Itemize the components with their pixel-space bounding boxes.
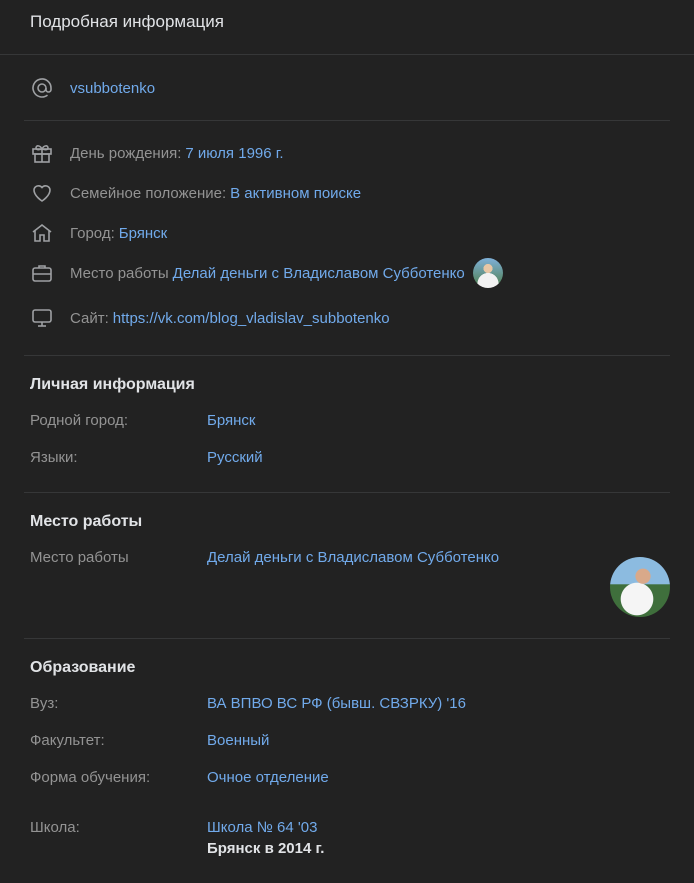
heart-icon	[30, 181, 54, 205]
relationship-label: Семейное положение:	[70, 184, 227, 202]
education-section: Образование Вуз: ВА ВПВО ВС РФ (бывш. СВ…	[24, 639, 670, 863]
university-value[interactable]: ВА ВПВО ВС РФ (бывш. СВЗРКУ) '16	[207, 695, 664, 712]
work-label: Место работы	[70, 264, 169, 282]
username-row: vsubbotenko	[24, 68, 670, 108]
form-value[interactable]: Очное отделение	[207, 769, 664, 786]
school-value[interactable]: Школа № 64 '03	[207, 819, 664, 836]
site-row: Сайт: https://vk.com/blog_vladislav_subb…	[24, 293, 670, 343]
city-label: Город:	[70, 224, 115, 242]
details-section: День рождения: 7 июля 1996 г. Семейное п…	[24, 121, 670, 356]
birthday-value[interactable]: 7 июля 1996 г.	[185, 145, 283, 162]
birthday-label: День рождения:	[70, 144, 182, 162]
briefcase-icon	[30, 261, 54, 285]
form-label: Форма обучения:	[30, 769, 151, 786]
languages-value[interactable]: Русский	[207, 449, 664, 466]
work-detail-label: Место работы	[30, 549, 129, 566]
city-value[interactable]: Брянск	[119, 225, 168, 242]
home-icon	[30, 221, 54, 245]
page-title: Подробная информация	[0, 0, 694, 55]
relationship-row: Семейное положение: В активном поиске	[24, 173, 670, 213]
personal-title: Личная информация	[30, 376, 195, 393]
site-label: Сайт:	[70, 309, 109, 327]
languages-row: Языки: Русский	[24, 443, 670, 480]
school-row: Школа: Школа № 64 '03 Брянск в 2014 г.	[24, 813, 670, 863]
work-avatar[interactable]	[472, 258, 503, 288]
work-detail-row: Место работы Делай деньги с Владиславом …	[24, 543, 670, 580]
school-label: Школа:	[30, 819, 80, 836]
personal-section: Личная информация Родной город: Брянск Я…	[24, 356, 670, 493]
monitor-icon	[30, 306, 54, 330]
languages-label: Языки:	[30, 449, 78, 466]
school-city: Брянск в 2014 г.	[207, 840, 325, 857]
contact-section: vsubbotenko	[24, 55, 670, 121]
hometown-row: Родной город: Брянск	[24, 406, 670, 443]
form-row: Форма обучения: Очное отделение	[24, 763, 670, 800]
hometown-label: Родной город:	[30, 412, 129, 429]
city-row: Город: Брянск	[24, 213, 670, 253]
site-link[interactable]: https://vk.com/blog_vladislav_subbotenko	[113, 310, 390, 327]
work-detail-value[interactable]: Делай деньги с Владиславом Субботенко	[207, 549, 664, 566]
work-group-avatar[interactable]	[610, 557, 670, 617]
username-link[interactable]: vsubbotenko	[70, 80, 155, 97]
gift-icon	[30, 141, 54, 165]
birthday-row: День рождения: 7 июля 1996 г.	[24, 133, 670, 173]
work-value[interactable]: Делай деньги с Владиславом Субботенко	[173, 265, 465, 282]
university-row: Вуз: ВА ВПВО ВС РФ (бывш. СВЗРКУ) '16	[24, 689, 670, 726]
university-label: Вуз:	[30, 695, 59, 712]
at-icon	[30, 76, 54, 100]
work-section: Место работы Место работы Делай деньги с…	[24, 493, 670, 639]
work-row: Место работы Делай деньги с Владиславом …	[24, 253, 670, 293]
hometown-value[interactable]: Брянск	[207, 412, 664, 429]
faculty-value[interactable]: Военный	[207, 732, 664, 749]
faculty-label: Факультет:	[30, 732, 105, 749]
education-title: Образование	[30, 659, 136, 676]
faculty-row: Факультет: Военный	[24, 726, 670, 763]
relationship-value[interactable]: В активном поиске	[230, 185, 361, 202]
work-title: Место работы	[30, 513, 143, 530]
